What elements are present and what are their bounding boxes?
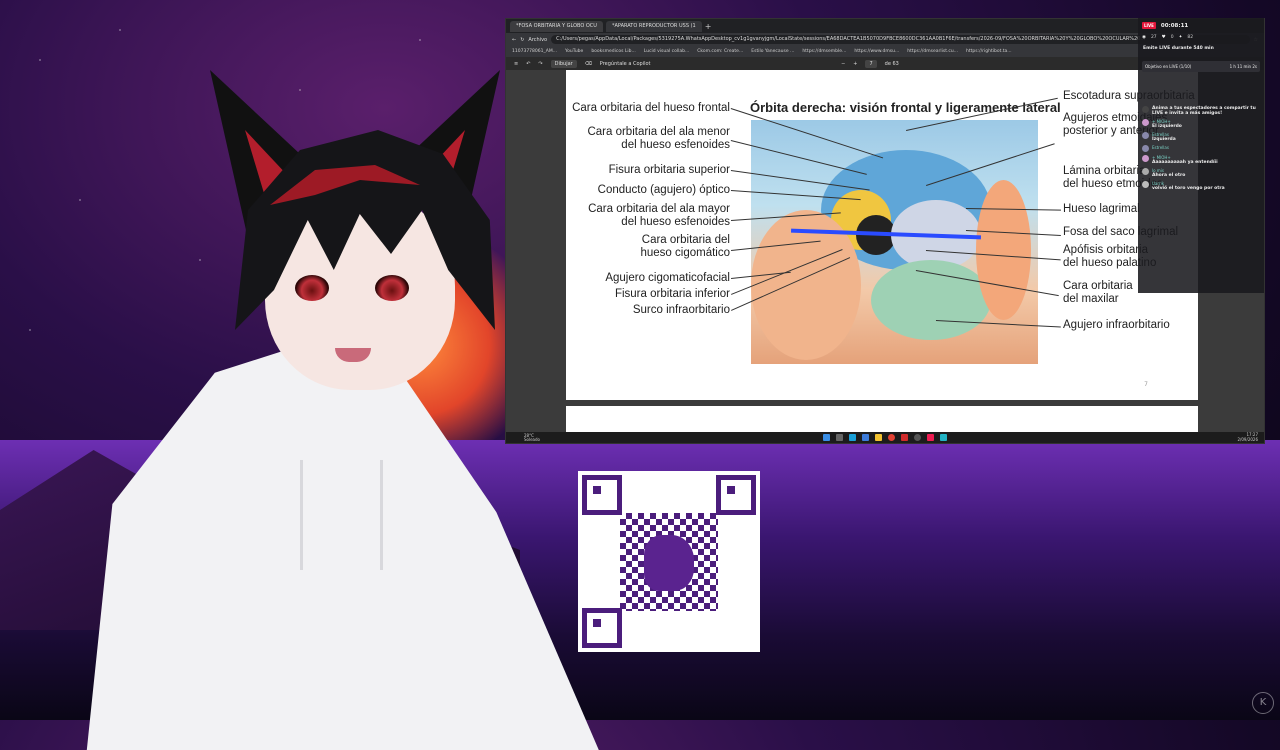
qr-finder [582, 608, 622, 648]
chat-message: Estrellas Izquierda [1138, 130, 1264, 143]
live-status-bar: LIVE 00:08:11 [1138, 18, 1264, 31]
avatar [1142, 154, 1149, 162]
chrome-icon[interactable] [888, 434, 895, 441]
live-chat-overlay: LIVE 00:08:11 ◉ 27 ♥ 0 ✦ 82 Emite LIVE d… [1138, 18, 1264, 293]
bookmark-item[interactable]: Lucid visual collab... [644, 49, 689, 54]
bookmark-item[interactable]: https://dmsearlist.cu... [907, 49, 958, 54]
chat-text: Ahora el otro [1152, 172, 1186, 178]
bookmark-item[interactable]: https://www.dmsu... [854, 49, 899, 54]
chat-message: Uarrik volvió el toro vengo por otra [1138, 179, 1264, 192]
chat-message: lo mis Ahora el otro [1138, 166, 1264, 179]
chat-text: Aaaaaaaaaah ya entendíii [1152, 159, 1218, 165]
avatar [1142, 131, 1149, 139]
chat-message: + MIOH+ Aaaaaaaaaah ya entendíii [1138, 153, 1264, 166]
page-number-input[interactable]: 7 [865, 59, 877, 68]
chat-message: + MIOH+ El izquierdo [1138, 117, 1264, 130]
page-number: 7 [1144, 381, 1148, 388]
nasal-region [976, 180, 1031, 320]
viewers-icon: ◉ [1142, 35, 1146, 40]
white-hoodie [86, 340, 599, 750]
label-infraorbitario: Agujero infraorbitario [1063, 319, 1170, 331]
chat-text: volvió el toro vengo por otra [1152, 185, 1225, 191]
edge-icon[interactable] [849, 434, 856, 441]
bookmark-item[interactable]: Ckom.com: Create... [697, 49, 743, 54]
watermark-logo: K [1252, 692, 1274, 714]
qr-logo-silhouette [644, 535, 694, 591]
avatar-eye-left [295, 275, 329, 301]
label-surco-infraorbitario: Surco infraorbitario [632, 304, 730, 316]
avatar [1142, 167, 1149, 175]
bookmark-item[interactable]: Estilo Yanecause ... [751, 49, 794, 54]
live-badge: LIVE [1142, 22, 1156, 29]
pdf-next-page [566, 406, 1198, 432]
obs-icon[interactable] [914, 434, 921, 441]
goal-time: 1 h 11 min 2s [1229, 64, 1257, 69]
bookmark-item[interactable]: https://dmsemble... [802, 49, 846, 54]
qr-finder [716, 475, 756, 515]
label-fisura-inferior: Fisura orbitaria inferior [614, 288, 730, 300]
qr-code[interactable] [578, 471, 760, 652]
windows-start-icon[interactable] [823, 434, 830, 441]
bookmark-item[interactable]: https://rightibot.ta... [966, 49, 1012, 54]
chat-message: Anima a tus espectadores a compartir tu … [1138, 104, 1264, 117]
avatar [1142, 180, 1149, 188]
clock-date: 2/09/2026 [1237, 436, 1258, 442]
chat-text: Izquierda [1152, 136, 1176, 142]
gift-icon: ✦ [1178, 35, 1183, 40]
pdf-page: Órbita derecha: visión frontal y ligeram… [566, 70, 1198, 400]
gifts-count: 82 [1187, 35, 1194, 40]
avatar [1142, 118, 1149, 126]
task-view-icon[interactable] [836, 434, 843, 441]
chat-text: El izquierdo [1152, 123, 1182, 129]
likes-count: 0 [1170, 35, 1174, 40]
new-tab-icon[interactable]: + [705, 22, 712, 31]
file-explorer-icon[interactable] [875, 434, 882, 441]
zoom-out-button[interactable]: − [841, 61, 845, 67]
chat-text: Anima a tus espectadores a compartir tu … [1152, 105, 1256, 116]
avatar [1142, 105, 1149, 113]
viewers-count: 27 [1150, 35, 1157, 40]
label-cigomatico: Cara orbitaria del hueso cigomático [640, 234, 731, 259]
live-goal-title: Emite LIVE durante 540 min [1143, 46, 1214, 51]
system-clock[interactable]: 17:27 2/09/2026 [1237, 432, 1258, 442]
vtuber-app-icon[interactable] [940, 434, 947, 441]
chat-username[interactable]: Estrellas [1152, 145, 1169, 150]
live-goal-card[interactable]: Objetivo en LIVE (1/10) 1 h 11 min 2s [1142, 61, 1260, 72]
live-timer: 00:08:11 [1160, 22, 1189, 29]
hoodie-drawstring [380, 460, 383, 570]
copilot-icon[interactable] [862, 434, 869, 441]
pdf-app-icon[interactable] [901, 434, 908, 441]
hoodie-drawstring [300, 460, 303, 570]
qr-finder [582, 475, 622, 515]
live-stats: ◉ 27 ♥ 0 ✦ 82 [1138, 31, 1264, 42]
likes-icon: ♥ [1161, 35, 1166, 40]
vtuber-avatar [10, 30, 630, 750]
goal-label: Objetivo en LIVE (1/10) [1145, 64, 1192, 69]
tiktok-icon[interactable] [927, 434, 934, 441]
label-maxilar: Cara orbitaria del maxilar [1063, 280, 1133, 305]
avatar-eye-right [375, 275, 409, 301]
avatar [1142, 144, 1149, 152]
label-hueso-lagrimal: Hueso lagrimal [1063, 203, 1140, 215]
zoom-in-button[interactable]: + [853, 61, 857, 67]
page-count-label: de 63 [884, 60, 899, 67]
chat-message: Estrellas [1138, 143, 1264, 153]
